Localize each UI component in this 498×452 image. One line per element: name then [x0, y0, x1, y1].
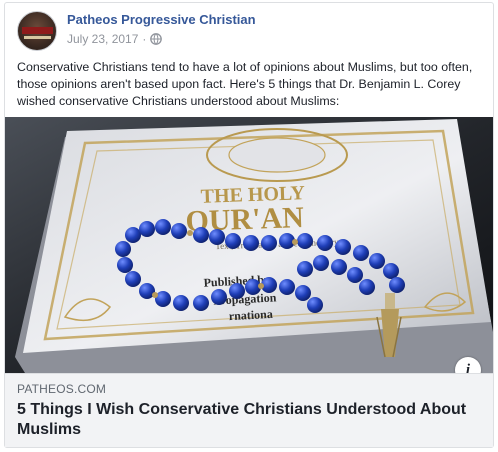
- page-name-link[interactable]: Patheos Progressive Christian: [67, 12, 256, 27]
- page-avatar[interactable]: [17, 11, 57, 51]
- post-meta: July 23, 2017 ·: [67, 32, 163, 46]
- facebook-post: Patheos Progressive Christian July 23, 2…: [4, 2, 494, 448]
- quran-rosary-photo: THE HOLY QUR'AN Text, Translation and co…: [5, 117, 493, 373]
- avatar-band: [22, 27, 53, 34]
- post-header: Patheos Progressive Christian July 23, 2…: [17, 11, 477, 51]
- post-date-link[interactable]: July 23, 2017: [67, 32, 138, 46]
- post-caption: Conservative Christians tend to have a l…: [17, 60, 473, 108]
- link-preview-box[interactable]: PATHEOS.COM 5 Things I Wish Conservative…: [5, 373, 493, 447]
- book-publisher-line3: rnationa: [228, 307, 273, 323]
- meta-separator: ·: [142, 32, 147, 46]
- link-headline[interactable]: 5 Things I Wish Conservative Christians …: [17, 400, 477, 440]
- link-preview-image[interactable]: THE HOLY QUR'AN Text, Translation and co…: [5, 117, 493, 373]
- globe-icon[interactable]: [150, 33, 163, 45]
- avatar-band-secondary: [24, 36, 51, 39]
- link-domain: PATHEOS.COM: [17, 382, 107, 396]
